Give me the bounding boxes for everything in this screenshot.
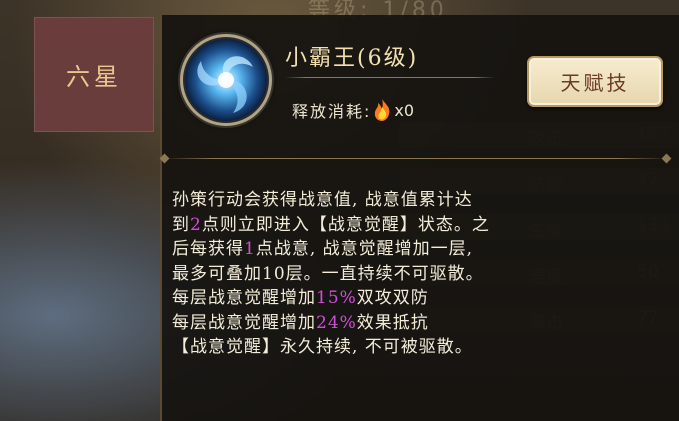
description-highlight: 15% [316,288,357,308]
description-line: 【战意觉醒】永久持续, 不可被驱散。 [172,335,652,360]
skill-swirl-icon [185,39,267,121]
star-rank-badge: 六星 [34,17,154,132]
cost-value: x0 [394,100,415,120]
description-line: 最多可叠加10层。一直持续不可驱散。 [172,262,652,287]
description-highlight: 1 [244,239,256,259]
description-text: 后每获得 [172,239,244,259]
skill-description: 孙策行动会获得战意值, 战意值累计达 到2点则立即进入【战意觉醒】状态。之 后每获得… [172,188,652,360]
skill-cost-row: 释放消耗: x0 [292,98,414,122]
cost-label: 释放消耗: [292,102,372,121]
section-divider [163,158,668,159]
description-line: 到2点则立即进入【战意觉醒】状态。之 [172,213,652,238]
fire-icon [372,98,392,122]
description-highlight: 2 [190,214,202,235]
description-text: 最多可叠加10层。一直持续不可驱散。 [172,263,484,284]
skill-icon[interactable] [180,34,272,126]
description-text: 点战意, 战意觉醒增加一层, [255,239,474,259]
description-line: 每层战意觉醒增加15%双攻双防 [172,286,652,311]
talent-skill-button[interactable]: 天赋技 [527,56,663,107]
description-text: 【战意觉醒】永久持续, 不可被驱散。 [172,337,473,357]
description-highlight: 24% [316,312,357,333]
description-text: 每层战意觉醒增加 [172,312,316,333]
star-rank-label: 六星 [66,63,122,91]
description-line: 后每获得1点战意, 战意觉醒增加一层, [172,237,652,262]
description-text: 点则立即进入【战意觉醒】状态。之 [201,214,490,235]
title-divider [285,77,495,78]
description-text: 每层战意觉醒增加 [172,288,316,308]
skill-name: 小霸王(6级) [285,46,419,71]
description-text: 效果抵抗 [356,312,429,333]
description-text: 双攻双防 [356,288,429,308]
description-line: 孙策行动会获得战意值, 战意值累计达 [172,188,652,213]
description-line: 每层战意觉醒增加24%效果抵抗 [172,311,652,336]
description-text: 孙策行动会获得战意值, 战意值累计达 [172,190,473,210]
description-text: 到 [172,214,190,235]
